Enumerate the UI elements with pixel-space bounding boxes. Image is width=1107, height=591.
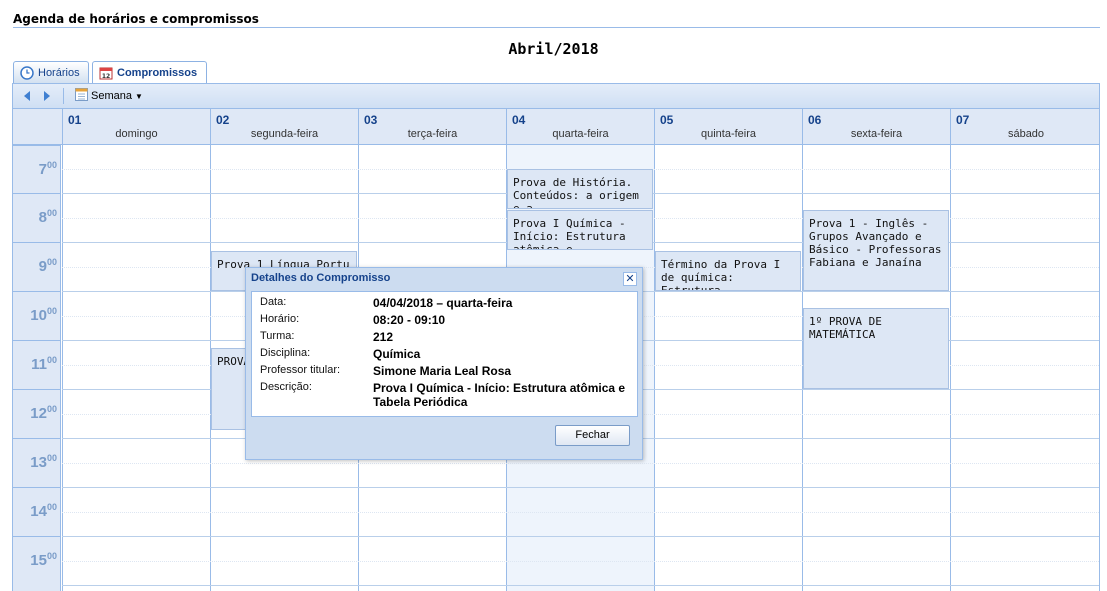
- day-column-05[interactable]: [654, 145, 802, 591]
- detail-value: Prova I Química - Início: Estrutura atôm…: [373, 381, 626, 409]
- hour-label-12: 1200: [13, 389, 61, 438]
- hour-label-11: 1100: [13, 340, 61, 389]
- detail-row-descricao: Descrição: Prova I Química - Início: Est…: [260, 381, 629, 409]
- dialog-title: Detalhes do Compromisso: [251, 272, 391, 284]
- calendar-icon: 12: [99, 66, 113, 80]
- view-selector-button[interactable]: Semana ▼: [72, 87, 146, 105]
- hour-label-14: 1400: [13, 487, 61, 536]
- month-title: Abril/2018: [508, 40, 599, 58]
- day-name: quarta-feira: [552, 128, 609, 140]
- half-hour-line: [62, 463, 1099, 464]
- detail-row-disciplina: Disciplina: Química: [260, 347, 629, 361]
- hour-label-10: 1000: [13, 291, 61, 340]
- calendar-header: 01 domingo 02 segunda-feira 03 terça-fei…: [13, 109, 1099, 145]
- arrow-left-icon[interactable]: [19, 87, 35, 105]
- hour-line: [62, 585, 1099, 586]
- tab-horarios[interactable]: Horários: [13, 61, 89, 83]
- detail-label: Horário:: [260, 313, 300, 325]
- detail-row-professor: Professor titular: Simone Maria Leal Ros…: [260, 364, 629, 378]
- detail-value: Simone Maria Leal Rosa: [373, 364, 512, 378]
- day-number: 03: [364, 113, 378, 127]
- event-prova-matematica[interactable]: 1º PROVA DE MATEMÁTICA: [803, 308, 949, 389]
- hour-line: [62, 487, 1099, 488]
- calendar-toolbar: Semana ▼: [12, 83, 1100, 109]
- event-text: Prova de História. Conteúdos: a origem e…: [513, 176, 639, 209]
- detail-label: Data:: [260, 296, 287, 308]
- detail-label: Disciplina:: [260, 347, 311, 359]
- tab-label: Compromissos: [117, 67, 198, 79]
- tab-compromissos[interactable]: 12 Compromissos: [92, 61, 207, 84]
- event-text: 1º PROVA DE MATEMÁTICA: [809, 315, 882, 341]
- arrow-right-icon[interactable]: [39, 87, 55, 105]
- day-header-04[interactable]: 04 quarta-feira: [506, 109, 654, 145]
- event-text: Prova 1 - Inglês - Grupos Avançado e Bás…: [809, 217, 942, 269]
- day-number: 02: [216, 113, 230, 127]
- detail-label: Turma:: [260, 330, 295, 342]
- detail-row-turma: Turma: 212: [260, 330, 629, 344]
- day-number: 05: [660, 113, 674, 127]
- day-header-03[interactable]: 03 terça-feira: [358, 109, 506, 145]
- day-header-07[interactable]: 07 sábado: [950, 109, 1099, 145]
- hour-label-8: 800: [13, 193, 61, 242]
- day-name: sábado: [1007, 128, 1045, 140]
- hour-label-7: 700: [13, 145, 61, 194]
- detail-label: Professor titular:: [260, 364, 341, 376]
- close-button[interactable]: Fechar: [555, 425, 630, 446]
- detail-label: Descrição:: [260, 381, 312, 393]
- day-header-02[interactable]: 02 segunda-feira: [210, 109, 358, 145]
- day-header-05[interactable]: 05 quinta-feira: [654, 109, 802, 145]
- event-termino-prova-quimica[interactable]: Término da Prova I de química: Estrutura: [655, 251, 801, 291]
- detail-value: Química: [373, 347, 421, 361]
- event-text: Prova I Química - Início: Estrutura atôm…: [513, 217, 626, 250]
- svg-text:12: 12: [102, 73, 110, 80]
- time-column: 700 800 900 1000 1100 1200 1300 1400 150…: [13, 145, 61, 591]
- chevron-down-icon: ▼: [134, 91, 143, 101]
- half-hour-line: [62, 561, 1099, 562]
- hour-label-13: 1300: [13, 438, 61, 487]
- dialog-body: Data: 04/04/2018 – quarta-feira Horário:…: [251, 291, 638, 417]
- day-name: quinta-feira: [700, 128, 757, 140]
- hour-line: [62, 536, 1099, 537]
- day-name: terça-feira: [407, 128, 458, 140]
- day-number: 01: [68, 113, 82, 127]
- view-selector-label: Semana: [91, 90, 132, 102]
- half-hour-line: [62, 512, 1099, 513]
- hour-label-9: 900: [13, 242, 61, 291]
- detail-value: 08:20 - 09:10: [373, 313, 446, 327]
- toolbar-separator: [63, 88, 64, 104]
- event-text: Término da Prova I de química: Estrutura: [661, 258, 781, 291]
- hour-label-15: 1500: [13, 536, 61, 585]
- detail-value: 04/04/2018 – quarta-feira: [373, 296, 513, 310]
- day-name: domingo: [115, 128, 158, 140]
- calendar-view-icon: [75, 88, 88, 104]
- day-name: sexta-feira: [850, 128, 903, 140]
- detail-row-horario: Horário: 08:20 - 09:10: [260, 313, 629, 327]
- event-prova-ingles[interactable]: Prova 1 - Inglês - Grupos Avançado e Bás…: [803, 210, 949, 291]
- event-details-dialog: Detalhes do Compromisso ✕ Data: 04/04/20…: [245, 267, 643, 460]
- day-name: segunda-feira: [250, 128, 319, 140]
- close-icon[interactable]: ✕: [623, 272, 637, 286]
- day-column-01[interactable]: [62, 145, 210, 591]
- day-header-01[interactable]: 01 domingo: [62, 109, 210, 145]
- page-title: Agenda de horários e compromissos: [13, 12, 1100, 28]
- detail-value: 212: [373, 330, 394, 344]
- event-prova-historia[interactable]: Prova de História. Conteúdos: a origem e…: [507, 169, 653, 209]
- day-number: 07: [956, 113, 970, 127]
- day-number: 04: [512, 113, 526, 127]
- detail-row-data: Data: 04/04/2018 – quarta-feira: [260, 296, 629, 310]
- day-header-06[interactable]: 06 sexta-feira: [802, 109, 950, 145]
- event-prova-quimica[interactable]: Prova I Química - Início: Estrutura atôm…: [507, 210, 653, 250]
- day-number: 06: [808, 113, 822, 127]
- clock-icon: [20, 65, 34, 80]
- tab-label: Horários: [38, 66, 80, 79]
- day-column-07[interactable]: [950, 145, 1099, 591]
